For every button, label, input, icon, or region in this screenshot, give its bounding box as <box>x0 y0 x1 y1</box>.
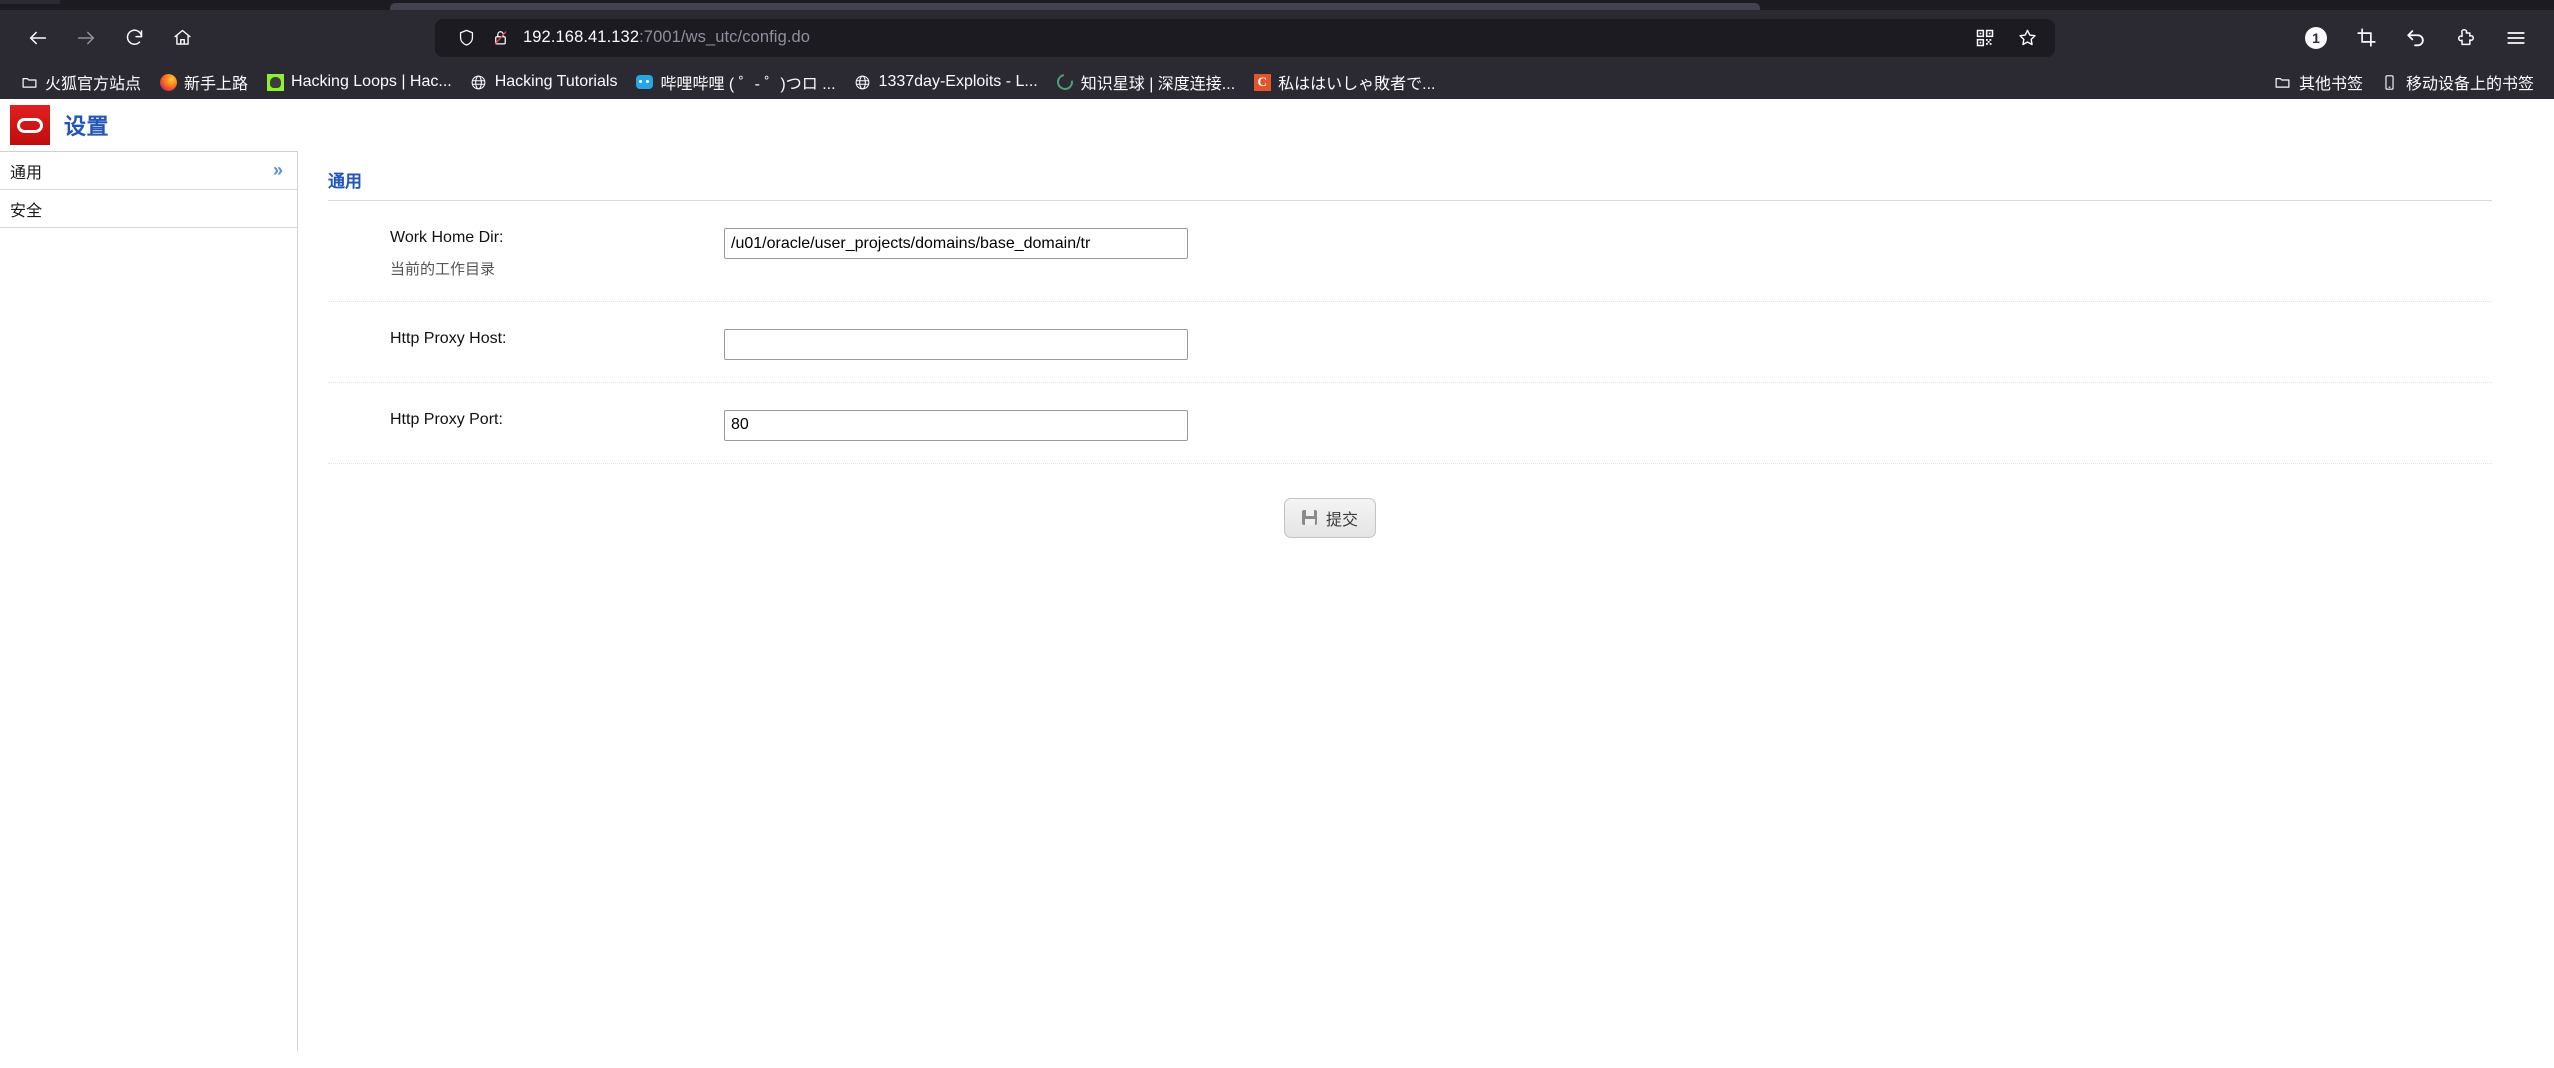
url-text[interactable]: 192.168.41.132:7001/ws_utc/config.do <box>523 28 1965 47</box>
mobile-icon <box>2381 73 2399 91</box>
account-counter-badge[interactable]: 1 <box>2292 18 2340 58</box>
chevron-double-right-icon[interactable]: » <box>273 160 283 181</box>
bookmark-item[interactable]: 新手上路 <box>151 66 256 98</box>
bookmark-item[interactable]: 1337day-Exploits - L... <box>846 69 1046 95</box>
bookmark-label: 知识星球 | 深度连接... <box>1080 76 1236 93</box>
form-row-http-proxy-port: Http Proxy Port: <box>328 383 2492 464</box>
other-bookmarks-label: 其他书签 <box>2298 76 2363 93</box>
forward-arrow-icon[interactable] <box>62 18 110 58</box>
field-label-group: Http Proxy Host: <box>328 328 724 350</box>
bookmark-label: Hacking Loops | Hac... <box>291 73 452 90</box>
bookmark-label: 新手上路 <box>184 76 249 93</box>
mobile-bookmarks-label: 移动设备上的书签 <box>2405 76 2534 93</box>
work-home-dir-input[interactable] <box>724 228 1188 259</box>
oracle-logo <box>10 105 50 145</box>
app-body: 通用 » 安全 通用 Work Home Dir: 当前的工作目录 /u01/o… <box>0 151 2554 1051</box>
bilibili-icon <box>635 73 653 91</box>
navigation-toolbar: 192.168.41.132:7001/ws_utc/config.do 1 <box>0 10 2554 65</box>
submit-button-label: 提交 <box>1326 511 1359 529</box>
submit-button[interactable]: 提交 <box>1284 497 1377 538</box>
url-host: 192.168.41.132 <box>523 28 640 46</box>
bookmark-item[interactable]: 哔哩哔哩 ( ゜- ゜)つロ ... <box>627 66 843 98</box>
toolbar-right-actions: 1 <box>2284 18 2540 58</box>
app-header: 设置 <box>0 99 2554 151</box>
field-input-cell <box>724 328 2492 360</box>
undo-arrow-icon[interactable] <box>2392 18 2440 58</box>
green-skull-icon <box>266 73 284 91</box>
browser-chrome: 192.168.41.132:7001/ws_utc/config.do 1 火… <box>0 0 2554 99</box>
star-icon[interactable] <box>2007 21 2047 55</box>
active-tab[interactable] <box>390 3 1760 10</box>
http-proxy-port-input[interactable] <box>724 409 1188 441</box>
sidebar-item-label: 安全 <box>10 202 43 220</box>
form-row-work-home-dir: Work Home Dir: 当前的工作目录 <box>328 201 2492 302</box>
section-title: 通用 <box>328 172 362 191</box>
bookmark-item[interactable]: Hacking Loops | Hac... <box>258 69 460 95</box>
page-content: 设置 通用 » 安全 通用 Work Home Dir: 当前的工作目录 /u0… <box>0 99 2554 1068</box>
urlbar-actions <box>1965 21 2047 55</box>
firefox-icon <box>159 73 177 91</box>
bookmarks-toolbar: 火狐官方站点 新手上路 Hacking Loops | Hac... Hacki… <box>0 65 2554 99</box>
bookmark-item[interactable]: Hacking Tutorials <box>462 69 626 95</box>
field-input-cell <box>724 409 2492 441</box>
urlbar-container: 192.168.41.132:7001/ws_utc/config.do <box>206 18 2284 57</box>
tabstrip-edge <box>0 0 60 4</box>
bookmark-item[interactable]: 知识星球 | 深度连接... <box>1048 66 1243 98</box>
counter-badge-value: 1 <box>2305 26 2327 49</box>
bookmark-item[interactable]: C 私ははいしゃ敗者で... <box>1245 66 1443 98</box>
field-sublabel: 当前的工作目录 <box>390 260 496 278</box>
form-row-http-proxy-host: Http Proxy Host: <box>328 302 2492 383</box>
address-bar[interactable]: 192.168.41.132:7001/ws_utc/config.do <box>435 18 2055 57</box>
sidebar-item-security[interactable]: 安全 <box>0 190 297 228</box>
home-icon[interactable] <box>158 18 206 58</box>
field-input-cell <box>724 227 2492 259</box>
globe-icon <box>854 73 872 91</box>
insecure-connection-lock-icon[interactable] <box>483 28 517 47</box>
content-panel: 通用 Work Home Dir: 当前的工作目录 Http Proxy Hos… <box>297 151 2554 1051</box>
url-path: :7001/ws_utc/config.do <box>639 28 811 46</box>
folder-icon <box>2274 73 2292 91</box>
other-bookmarks-folder[interactable]: 其他书签 <box>2266 66 2371 98</box>
save-floppy-icon <box>1302 510 1317 526</box>
field-label-group: Work Home Dir: 当前的工作目录 <box>328 227 724 279</box>
sidebar: 通用 » 安全 <box>0 151 297 228</box>
crop-icon[interactable] <box>2342 18 2390 58</box>
bookmark-label: 1337day-Exploits - L... <box>878 73 1038 90</box>
bookmark-label: 哔哩哔哩 ( ゜- ゜)つロ ... <box>660 76 836 93</box>
bookmark-label: 火狐官方站点 <box>45 76 142 93</box>
globe-icon <box>470 73 488 91</box>
submit-row: 提交 <box>328 464 2492 538</box>
c-icon: C <box>1253 73 1271 91</box>
qr-code-icon[interactable] <box>1965 21 2005 55</box>
reload-icon[interactable] <box>110 18 158 58</box>
folder-icon <box>20 73 38 91</box>
bookmark-label: 私ははいしゃ敗者で... <box>1278 76 1436 93</box>
hamburger-menu-icon[interactable] <box>2492 18 2540 58</box>
submit-area: 提交 <box>724 497 2492 538</box>
http-proxy-host-input[interactable] <box>724 328 1188 360</box>
field-label-group: Http Proxy Port: <box>328 409 724 431</box>
tab-strip[interactable] <box>0 0 2554 10</box>
sidebar-item-general[interactable]: 通用 » <box>0 152 297 190</box>
submit-spacer <box>328 498 724 538</box>
sidebar-item-label: 通用 <box>10 164 43 182</box>
puzzle-piece-icon[interactable] <box>2442 18 2490 58</box>
tracking-protection-shield-icon[interactable] <box>449 28 483 47</box>
bookmark-label: Hacking Tutorials <box>494 73 618 90</box>
field-label: Work Home Dir: <box>390 229 504 246</box>
bookmark-item[interactable]: 火狐官方站点 <box>12 66 149 98</box>
field-label: Http Proxy Host: <box>390 329 507 347</box>
back-arrow-icon[interactable] <box>14 18 62 58</box>
field-label: Http Proxy Port: <box>390 410 503 428</box>
page-title: 设置 <box>64 114 110 139</box>
mobile-bookmarks-folder[interactable]: 移动设备上的书签 <box>2373 66 2542 98</box>
ring-icon <box>1053 70 1076 94</box>
